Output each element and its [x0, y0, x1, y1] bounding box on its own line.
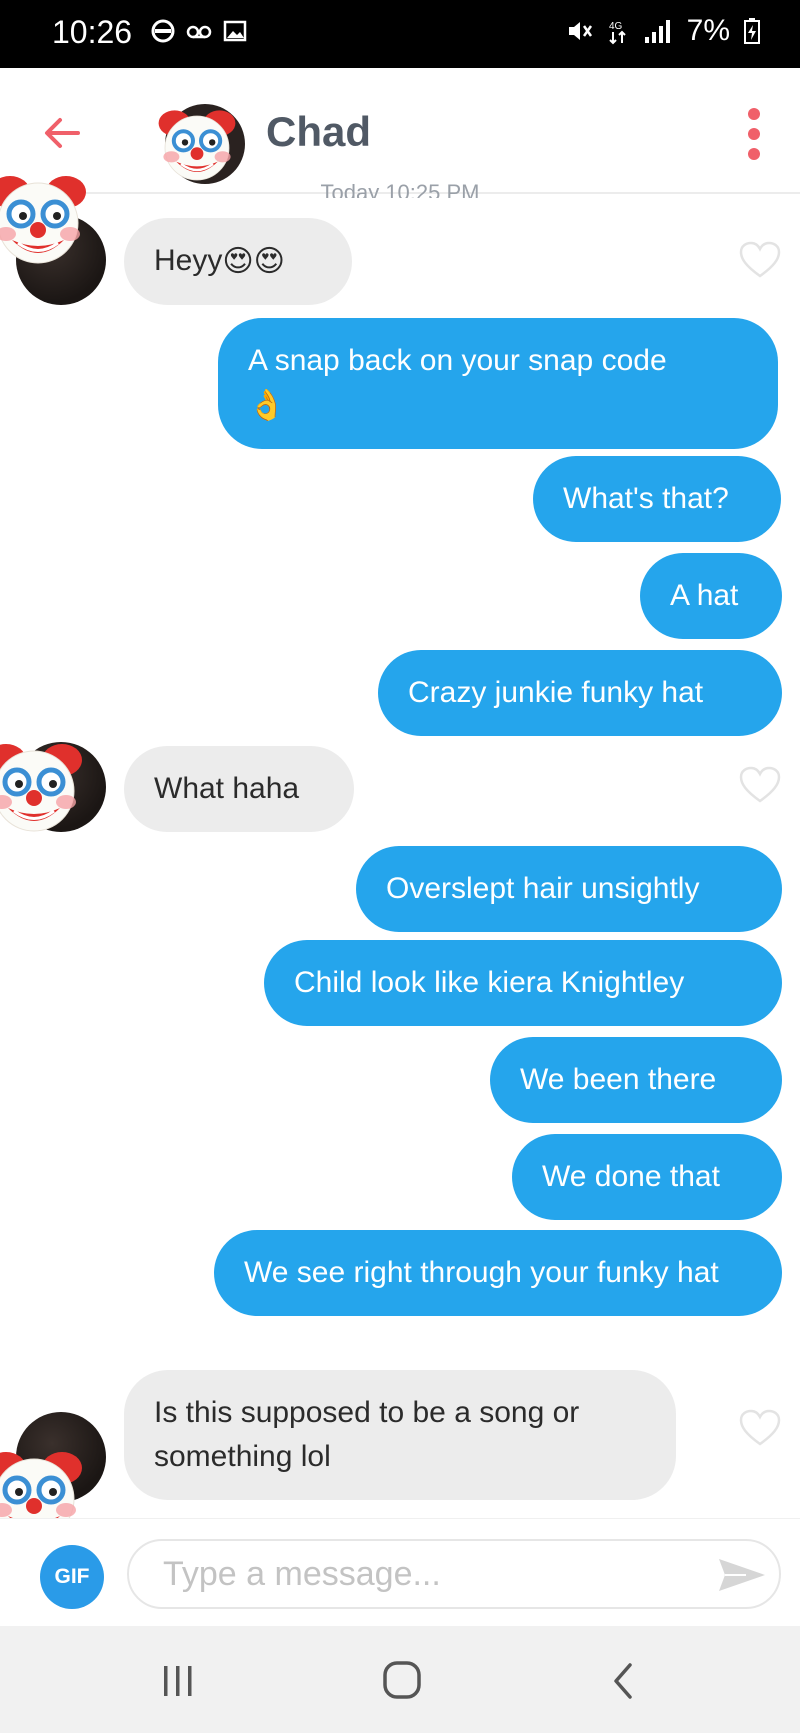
ok-hand-emoji: 👌	[248, 389, 286, 423]
message-composer: GIF	[0, 1518, 800, 1626]
sent-message[interactable]: Crazy junkie funky hat	[378, 650, 782, 736]
voicemail-icon	[186, 25, 212, 39]
gif-button[interactable]: GIF	[40, 1545, 104, 1609]
chat-header: Chad	[0, 68, 800, 194]
sent-message[interactable]: Child look like kiera Knightley	[264, 940, 782, 1026]
heart-icon[interactable]	[738, 1408, 782, 1448]
data-transfer-icon: 4G	[609, 21, 626, 45]
status-system-icons: 4G 7%	[565, 14, 760, 48]
heart-eyes-emoji: 😍😍	[222, 245, 285, 279]
home-icon[interactable]	[380, 1658, 424, 1702]
battery-charging-icon	[744, 18, 760, 44]
sent-message[interactable]: We done that	[512, 1134, 782, 1220]
sent-message[interactable]: Overslept hair unsightly	[356, 846, 782, 932]
send-icon[interactable]	[716, 1555, 768, 1595]
contact-name[interactable]: Chad	[266, 108, 371, 156]
recents-icon[interactable]	[158, 1662, 198, 1700]
status-bar: 10:26 4G 7%	[0, 0, 800, 68]
message-timestamp: Today 10:25 PM	[320, 180, 480, 198]
sent-message[interactable]: What's that?	[533, 456, 781, 542]
gallery-icon	[223, 20, 247, 42]
sent-message[interactable]: A snap back on your snap code 👌	[218, 318, 778, 450]
system-nav-bar	[0, 1626, 800, 1733]
battery-percent: 7%	[686, 14, 730, 47]
heart-icon[interactable]	[738, 765, 782, 805]
nav-back-icon[interactable]	[608, 1660, 638, 1702]
sent-message[interactable]: A hat	[640, 553, 782, 639]
clown-face-icon	[0, 168, 88, 268]
received-message[interactable]: Heyy😍😍	[124, 218, 352, 306]
status-notification-icons	[150, 18, 248, 44]
notification-app-icon	[151, 19, 175, 43]
clown-face-icon	[0, 736, 84, 836]
more-options-icon[interactable]	[744, 106, 764, 162]
signal-icon	[644, 20, 670, 43]
heart-icon[interactable]	[738, 240, 782, 280]
mute-icon	[568, 22, 592, 40]
back-arrow-icon[interactable]	[38, 108, 88, 158]
clown-face-icon	[142, 104, 252, 184]
sent-message[interactable]: We see right through your funky hat	[214, 1230, 782, 1316]
sent-message[interactable]: We been there	[490, 1037, 782, 1123]
svg-text:4G: 4G	[609, 21, 623, 32]
status-time: 10:26	[52, 14, 133, 50]
message-input[interactable]	[127, 1539, 781, 1609]
received-message[interactable]: Is this supposed to be a song or somethi…	[124, 1370, 676, 1500]
received-message[interactable]: What haha	[124, 746, 354, 832]
